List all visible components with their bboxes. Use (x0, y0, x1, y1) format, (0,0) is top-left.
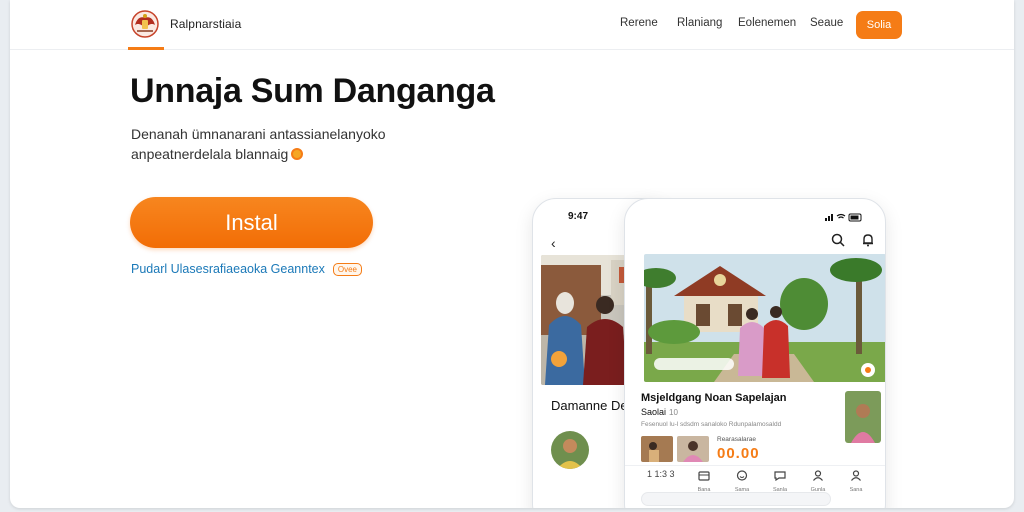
profile-icon (851, 470, 861, 481)
wifi-icon (836, 213, 846, 219)
post-title: Msjeldgang Noan Sapelajan (641, 392, 787, 404)
amount-label: Rearasalarae (717, 436, 757, 443)
link-badge: Ovee (332, 262, 362, 276)
tab-label-5: Sana (849, 487, 863, 493)
nav-link-4[interactable]: Seaue (810, 17, 843, 29)
status-icons (825, 213, 862, 222)
tab-5[interactable]: Sana (845, 468, 867, 493)
thumb-1[interactable] (641, 436, 673, 462)
search-icon[interactable] (831, 233, 845, 247)
tab-2[interactable]: Sama (731, 468, 753, 493)
smile-icon (736, 470, 748, 481)
post-subtitle-meta: 10 (669, 408, 678, 417)
nav-link-2[interactable]: Rlaniang (677, 17, 722, 29)
emblem-icon (131, 10, 159, 38)
signal-icon (825, 218, 827, 221)
hero-subtitle-line-2-text: anpeatnerdelala blannaig (131, 146, 289, 162)
tab-3[interactable]: Sanla (769, 468, 791, 493)
top-navigation-bar: Ralpnarstiaia Rerene Rlaniang Eolenemen … (10, 0, 1014, 50)
coin-icon (291, 148, 304, 160)
user-icon (813, 470, 823, 481)
thumb-2[interactable] (677, 436, 709, 462)
page-card: Ralpnarstiaia Rerene Rlaniang Eolenemen … (10, 0, 1014, 508)
hero-title: Unnaja Sum Danganga (130, 72, 495, 110)
brand-logo[interactable]: Ralpnarstiaia (128, 8, 241, 40)
back-card-heading: Damanne Dea (551, 398, 635, 413)
nav-link-3[interactable]: Eolenemen (738, 17, 796, 29)
status-time: 9:47 (568, 211, 589, 222)
phone-mockup-front: Msjeldgang Noan Sapelajan Saolai 10 Fesen… (624, 198, 886, 508)
nav-link-home[interactable]: Rerene (620, 17, 658, 29)
hero-subtitle: Denanah ümnanarani antassianelanyoko anp… (131, 124, 386, 164)
bell-icon[interactable] (861, 233, 875, 247)
bottom-tab-bar: Bana Sama Sanla Gunla Sana (625, 465, 885, 495)
tab-1[interactable]: Bana (693, 468, 715, 493)
back-arrow-icon: ‹ (551, 235, 556, 251)
hero-subtitle-line-1: Denanah ümnanarani antassianelanyoko (131, 126, 386, 142)
install-button[interactable]: Instal (130, 197, 373, 248)
calendar-icon (698, 471, 710, 481)
brand-name: Ralpnarstiaia (170, 17, 242, 31)
comment-input[interactable] (641, 492, 831, 506)
active-indicator (128, 47, 164, 50)
post-description: Fesenuol lu-l sdsdm sanaloko Rdunpalamos… (641, 421, 782, 428)
post-subtitle-text: Saolai (641, 407, 667, 417)
header-cta-button[interactable]: Solia (856, 11, 902, 39)
post-subtitle: Saolai 10 (641, 407, 678, 417)
photo-house-garden (644, 254, 885, 382)
amount-value: 00.00 (717, 445, 760, 462)
hero-subtitle-line-2: anpeatnerdelala blannaig (131, 144, 386, 164)
secondary-link-row: Pudarl Ulasesrafiaeaoka Geanntex Ovee (131, 262, 362, 276)
chat-icon (774, 471, 786, 482)
tab-4[interactable]: Gunla (807, 468, 829, 493)
secondary-link[interactable]: Pudarl Ulasesrafiaeaoka Geanntex (131, 262, 325, 276)
post-thumbnail[interactable] (845, 391, 881, 443)
avatar (551, 431, 589, 469)
